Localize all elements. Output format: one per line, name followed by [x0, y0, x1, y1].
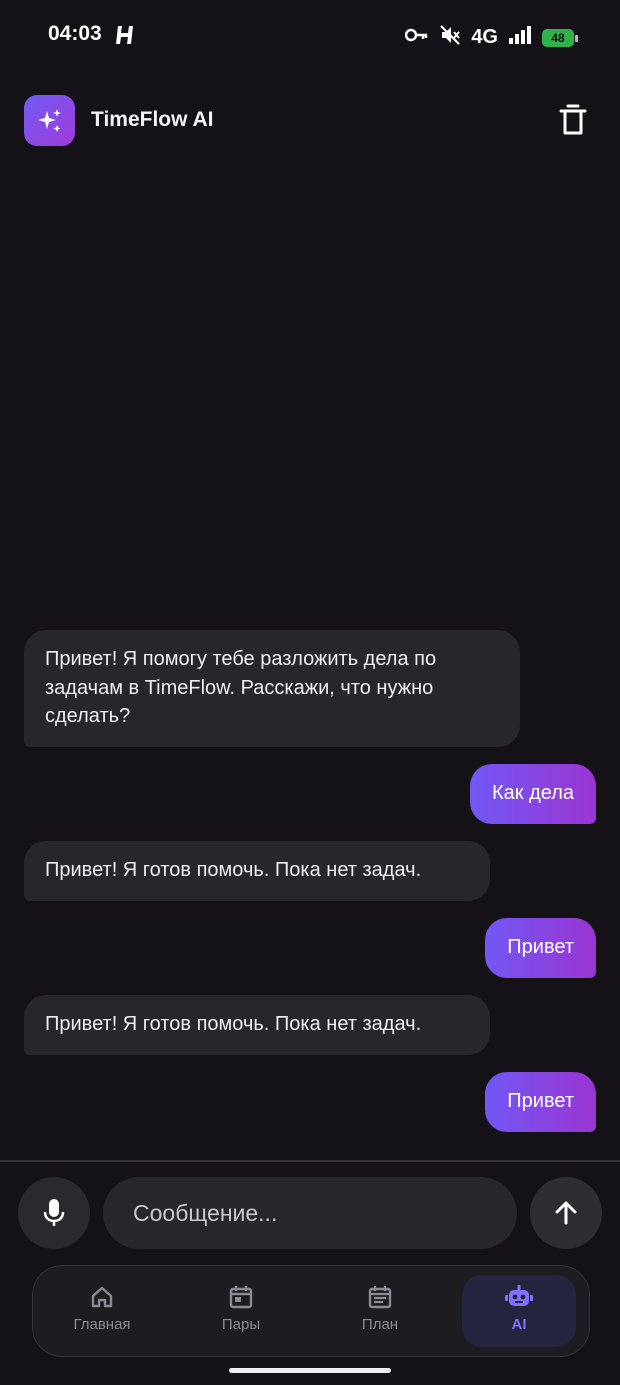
- user-message: Привет: [485, 918, 596, 978]
- nav-item-home[interactable]: Главная: [45, 1275, 159, 1347]
- mute-icon: [439, 24, 461, 51]
- nav-label: Пары: [221, 1316, 261, 1333]
- home-icon: [91, 1286, 113, 1308]
- sparkles-icon: [24, 95, 75, 146]
- voice-input-button[interactable]: [18, 1177, 90, 1249]
- nav-item-plan[interactable]: План: [323, 1275, 437, 1347]
- ai-message: Привет! Я готов помочь. Пока нет задач.: [24, 995, 490, 1055]
- message-text: Привет: [507, 1090, 574, 1112]
- user-message: Привет: [485, 1072, 596, 1132]
- home-indicator[interactable]: [229, 1368, 391, 1373]
- battery-icon: 48: [542, 28, 578, 47]
- app-notification-icon: [115, 24, 135, 51]
- nav-item-ai[interactable]: AI: [462, 1275, 576, 1347]
- user-message: Как дела: [469, 764, 596, 824]
- arrow-up-icon: [555, 1201, 577, 1225]
- message-text: Как дела: [491, 782, 574, 804]
- calendar-icon: [229, 1286, 253, 1309]
- ai-message: Привет! Я помогу тебе разложить дела по …: [24, 630, 520, 747]
- send-button[interactable]: [530, 1177, 602, 1249]
- nav-item-pairs[interactable]: Пары: [184, 1275, 298, 1347]
- network-type: 4G: [471, 26, 498, 48]
- trash-icon: [559, 104, 587, 135]
- message-text: Привет! Я помогу тебе разложить дела по …: [45, 648, 437, 727]
- message-input[interactable]: [103, 1177, 517, 1249]
- robot-icon: [505, 1285, 533, 1306]
- clear-chat-button[interactable]: [558, 103, 588, 137]
- microphone-icon: [43, 1199, 65, 1226]
- ai-message: Привет! Я готов помочь. Пока нет задач.: [24, 841, 490, 901]
- battery-level: 48: [551, 30, 565, 45]
- app-header: TimeFlow AI: [24, 95, 596, 147]
- vpn-key-icon: [405, 28, 429, 47]
- nav-label: AI: [511, 1316, 527, 1333]
- nav-label: Главная: [73, 1316, 131, 1333]
- nav-label: План: [361, 1316, 399, 1333]
- message-text: Привет: [507, 936, 574, 958]
- message-text: Привет! Я готов помочь. Пока нет задач.: [45, 859, 422, 881]
- bottom-navigation: Главная Пары План AI: [32, 1265, 590, 1357]
- plan-icon: [368, 1286, 392, 1309]
- page-title: TimeFlow AI: [91, 108, 214, 131]
- signal-icon: [508, 26, 532, 49]
- message-text: Привет! Я готов помочь. Пока нет задач.: [45, 1013, 422, 1035]
- status-bar: 04:03 4G 48: [0, 0, 620, 72]
- composer-divider: [0, 1160, 620, 1162]
- status-time: 04:03: [48, 22, 102, 45]
